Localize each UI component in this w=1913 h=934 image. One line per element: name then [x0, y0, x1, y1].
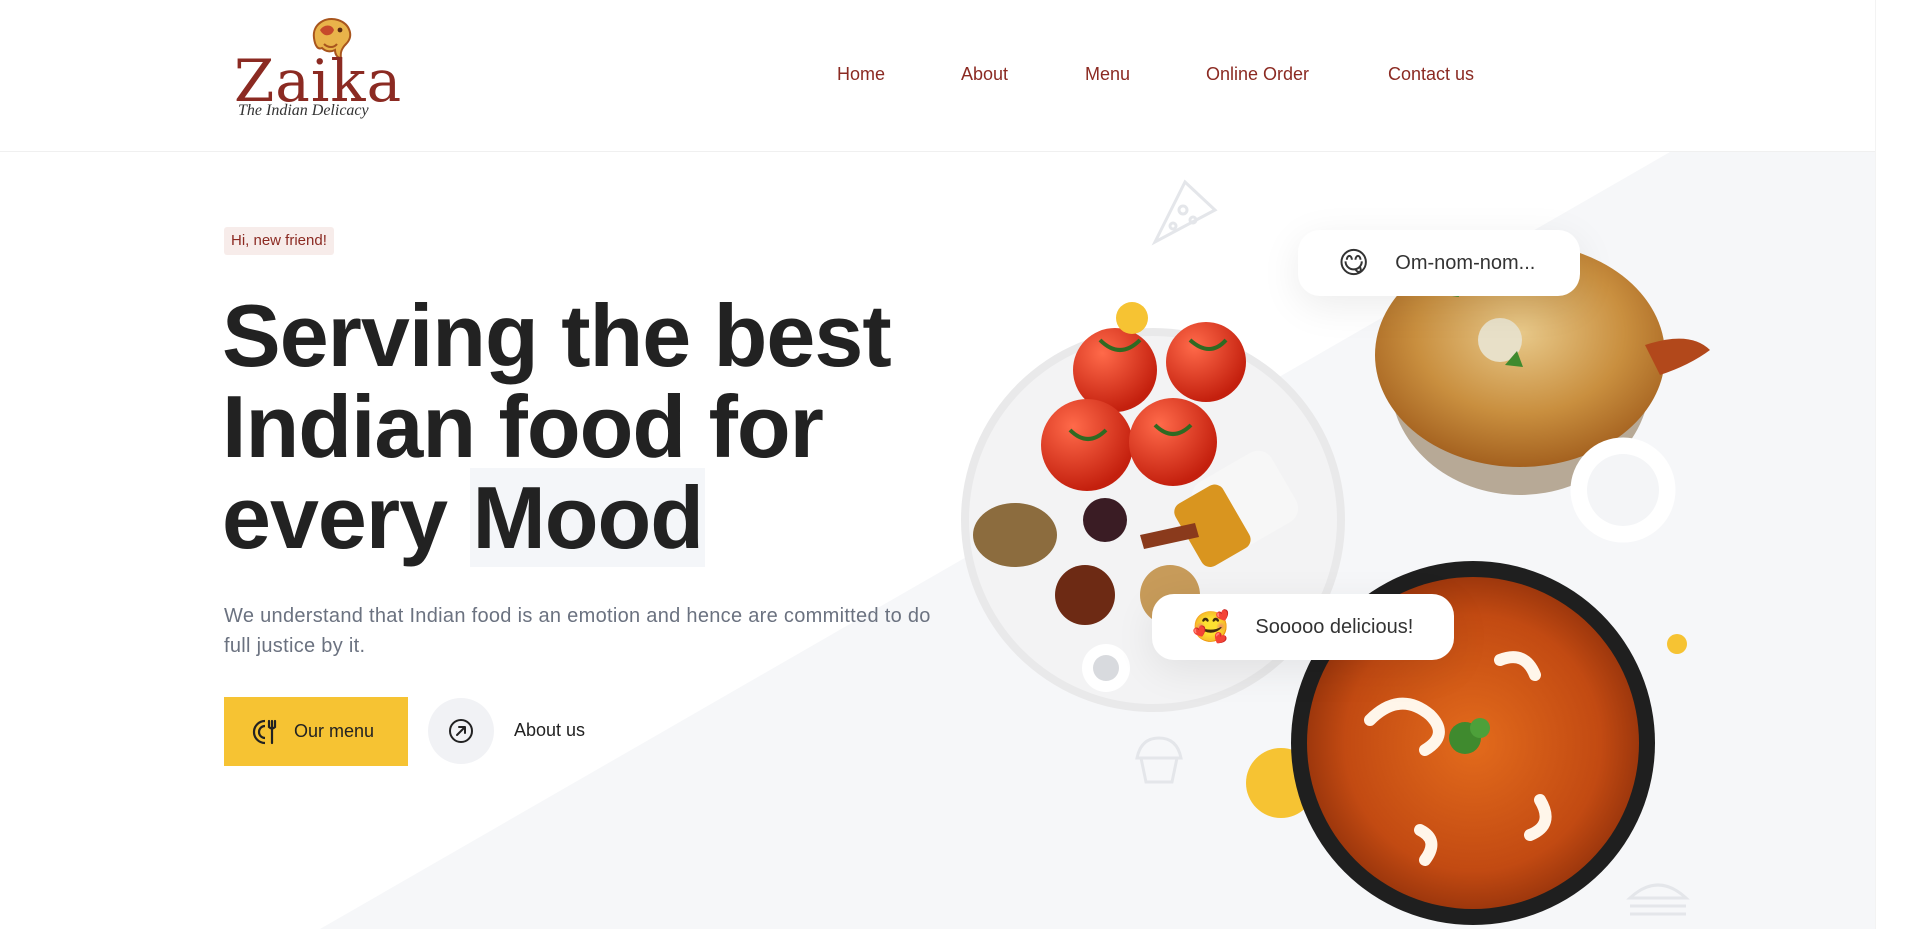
- burger-icon: [1626, 883, 1690, 916]
- headline-line-3: every: [222, 468, 471, 567]
- main-nav: Home About Menu Online Order Contact us: [0, 64, 1913, 88]
- bubble-top-text: Om-nom-nom...: [1395, 251, 1536, 274]
- speech-bubble-bottom: 🥰 Sooooo delicious!: [1152, 594, 1454, 660]
- cupcake-icon: [1135, 736, 1183, 784]
- page-edge: [1875, 0, 1913, 929]
- fork-plate-icon: [252, 719, 277, 744]
- nav-about[interactable]: About: [961, 64, 1008, 85]
- nav-online-order[interactable]: Online Order: [1206, 64, 1309, 85]
- yum-face-icon: 😋: [1338, 246, 1370, 280]
- our-menu-label: Our menu: [294, 721, 375, 741]
- compass-arrow-icon: [449, 719, 473, 743]
- bubble-bottom-text: Sooooo delicious!: [1255, 615, 1414, 638]
- headline-highlight: Mood: [470, 468, 706, 567]
- hero-description: We understand that Indian food is an emo…: [224, 605, 931, 657]
- greeting-badge: Hi, new friend!: [224, 227, 334, 255]
- hero-headline: Serving the best Indian food for every M…: [222, 290, 982, 567]
- about-us-button[interactable]: [428, 698, 494, 764]
- pizza-slice-icon: [1151, 179, 1218, 246]
- speech-bubble-top: 😋 Om-nom-nom...: [1298, 230, 1580, 296]
- site-header: Zaika The Indian Delicacy Home About Men…: [0, 0, 1913, 152]
- nav-contact-us[interactable]: Contact us: [1388, 64, 1474, 85]
- headline-line-1: Serving the best: [222, 286, 892, 385]
- nav-home[interactable]: Home: [837, 64, 885, 85]
- hearts-face-icon: 🥰: [1192, 610, 1230, 644]
- brand-tagline: The Indian Delicacy: [238, 102, 369, 119]
- about-us-label[interactable]: About us: [514, 720, 585, 741]
- our-menu-button[interactable]: Our menu: [224, 697, 408, 766]
- nav-menu[interactable]: Menu: [1085, 64, 1130, 85]
- headline-line-2: Indian food for: [222, 377, 824, 476]
